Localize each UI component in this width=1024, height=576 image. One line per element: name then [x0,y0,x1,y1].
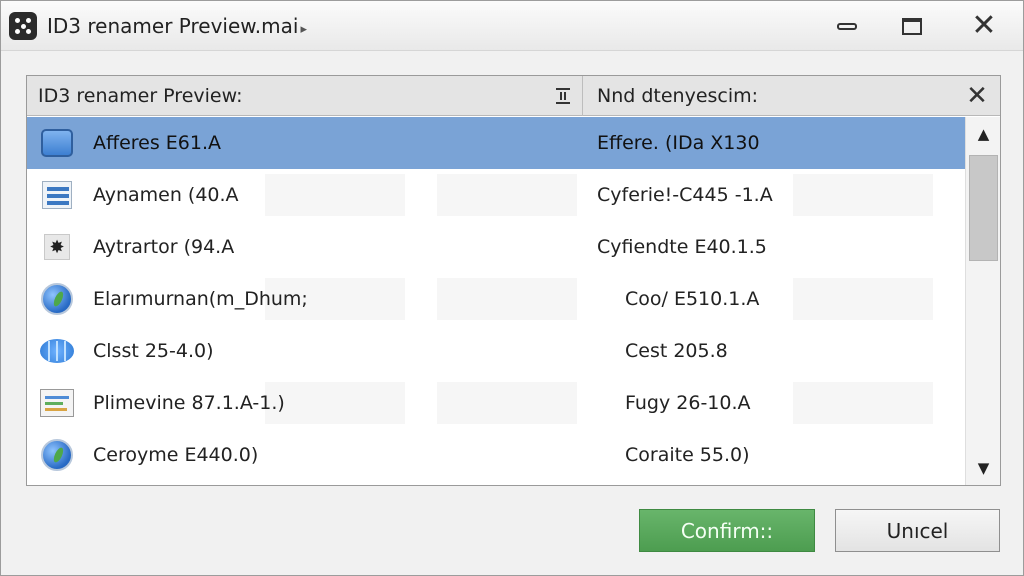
vertical-scrollbar[interactable]: ▲ ▼ [965,117,1000,485]
maximize-button[interactable] [894,11,930,41]
row-new-name: Coraite 55.0) [625,444,750,466]
scrollbar-thumb[interactable] [969,155,998,261]
close-button[interactable]: ✕ [966,11,1002,41]
dialog-window: ID3 renamer Preview.mai ▸ ✕ ID3 renamer P… [0,0,1024,576]
window-title-text: ID3 renamer Preview.mai [47,14,299,38]
scroll-up-arrow-icon[interactable]: ▲ [966,119,1000,149]
scroll-down-arrow-icon[interactable]: ▼ [966,453,1000,483]
column-header-new[interactable]: Nnd dtenyescim: [583,76,1000,116]
preview-list: ID3 renamer Preview: Nnd dtenyescim: ✕ A… [26,75,1001,486]
list-item[interactable]: Aynamen (40.A Cyferie!-C445 -1.A [27,169,965,221]
list-item[interactable]: Afferes E61.A Effere. (IDa X130 [27,117,965,169]
confirm-button[interactable]: Confirm:: [639,509,815,552]
app-window-icon [40,127,74,159]
globe-icon [40,439,74,471]
column-header-new-label: Nnd dtenyescim: [597,85,759,107]
window-title: ID3 renamer Preview.mai ▸ [47,14,307,38]
list-item[interactable]: Elarımurnan(m_Dhum; Coo/ E510.1.A [27,273,965,325]
minimize-button[interactable] [829,11,865,41]
list-rows: Afferes E61.A Effere. (IDa X130 Aynamen … [27,117,965,485]
list-header: ID3 renamer Preview: Nnd dtenyescim: ✕ [27,76,1000,116]
cancel-button[interactable]: Unıcel [835,509,1000,552]
row-original-name: Ceroyme E440.0) [93,444,259,466]
chip-icon [40,335,74,367]
list-item[interactable]: Ceroyme E440.0) Coraite 55.0) [27,429,965,481]
minimize-icon [837,22,857,30]
sort-icon[interactable] [556,88,570,104]
row-original-name: Afferes E61.A [93,132,222,154]
panel-close-button[interactable]: ✕ [962,80,992,112]
row-original-name: Clsst 25-4.0) [93,340,214,362]
row-new-name: Cyferie!-C445 -1.A [597,184,773,206]
list-item[interactable]: ✸ Aytrartor (94.A Cyfiendte E40.1.5 [27,221,965,273]
title-bar[interactable]: ID3 renamer Preview.mai ▸ ✕ [1,1,1023,51]
row-original-name: Aynamen (40.A [93,184,239,206]
maximize-icon [902,17,922,35]
close-icon: ✕ [971,8,997,43]
app-icon [9,12,37,40]
gear-icon: ✸ [40,231,74,263]
row-original-name: Elarımurnan(m_Dhum; [93,288,308,310]
list-item[interactable]: Clsst 25-4.0) Cest 205.8 [27,325,965,377]
panel-icon [40,387,74,419]
row-original-name: Aytrartor (94.A [93,236,235,258]
row-original-name: Plimevine 87.1.A-1.) [93,392,285,414]
row-new-name: Cest 205.8 [625,340,728,362]
list-lines-icon [40,179,74,211]
list-item[interactable]: Plimevine 87.1.A-1.) Fugy 26-10.A [27,377,965,429]
globe-icon [40,283,74,315]
row-new-name: Coo/ E510.1.A [625,288,760,310]
row-new-name: Cyfiendte E40.1.5 [597,236,767,258]
close-icon: ✕ [966,81,988,111]
window-title-suffix: ▸ [300,22,307,37]
row-new-name: Fugy 26-10.A [625,392,751,414]
column-header-original-label: ID3 renamer Preview: [38,85,243,107]
column-header-original[interactable]: ID3 renamer Preview: [27,76,583,116]
row-new-name: Effere. (IDa X130 [597,132,760,154]
